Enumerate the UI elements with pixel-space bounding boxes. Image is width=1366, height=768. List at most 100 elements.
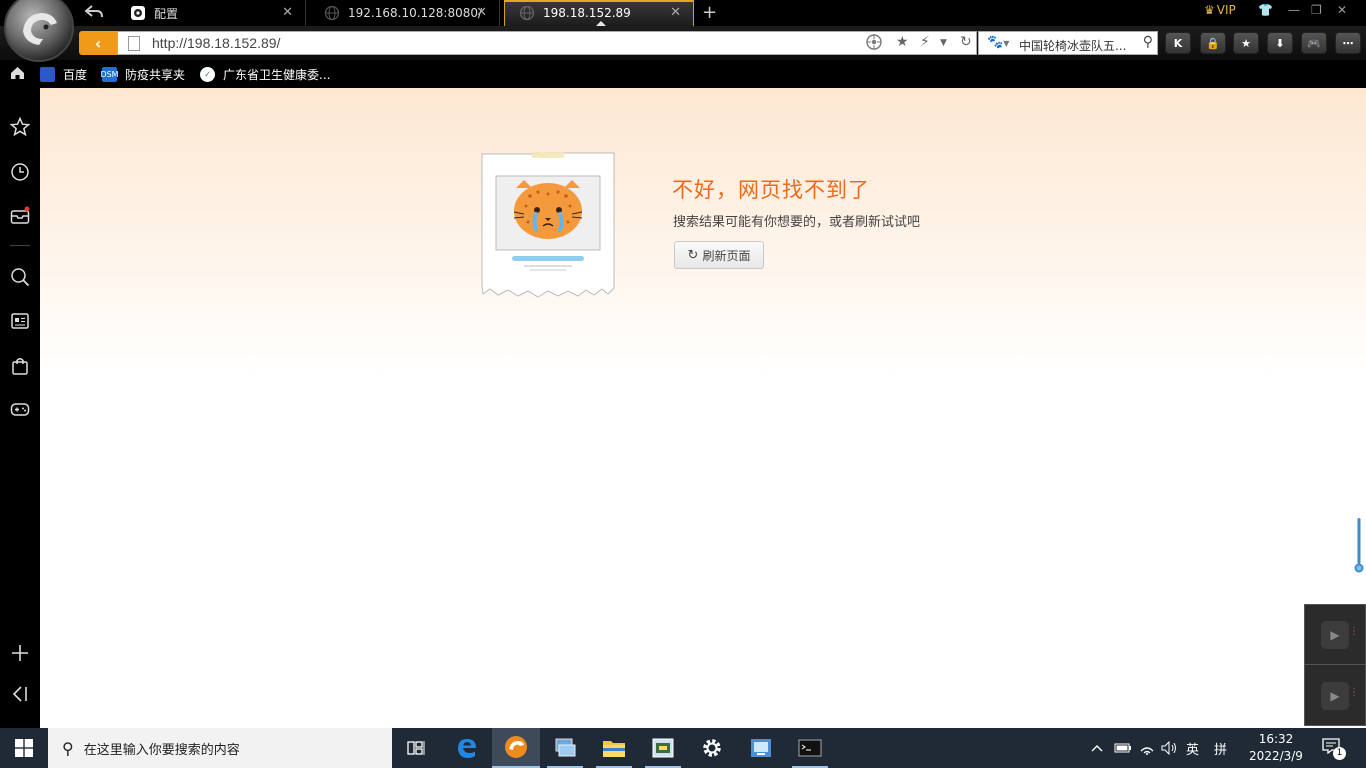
undo-close-tab-icon[interactable] — [84, 3, 106, 23]
bookmark-baidu[interactable]: 🐾 百度 — [40, 66, 87, 83]
gamepad-icon[interactable] — [10, 399, 30, 419]
vip-label: VIP — [1216, 3, 1236, 17]
close-icon[interactable]: ✕ — [476, 5, 487, 20]
drag-handle-icon[interactable]: ⋮ — [1349, 627, 1359, 637]
browser-logo[interactable] — [4, 0, 74, 62]
favorite-star-icon[interactable]: ★ — [896, 34, 909, 50]
refresh-page-button[interactable]: ↻ 刷新页面 — [674, 241, 764, 269]
dsm-icon: DSM — [100, 67, 119, 82]
ime-language[interactable]: 英 — [1186, 728, 1199, 768]
k-label: K — [1173, 36, 1183, 50]
task-view-icon[interactable] — [392, 728, 440, 768]
volume-icon[interactable] — [1161, 728, 1179, 768]
compat-mode-icon[interactable] — [866, 34, 882, 54]
maximize-button[interactable]: ❐ — [1311, 3, 1322, 17]
video-icon: ▶ — [1321, 682, 1349, 710]
taskbar-search-input[interactable]: ⚲ 在这里输入你要搜索的内容 — [48, 728, 392, 768]
skin-icon[interactable]: 👕 — [1258, 3, 1273, 17]
control-panel-icon[interactable] — [639, 728, 687, 768]
search-input[interactable]: 中国轮椅冰壶队五... — [1019, 37, 1126, 54]
home-icon[interactable] — [10, 66, 25, 80]
video-icon: ▶ — [1321, 620, 1349, 649]
shopping-bag-icon[interactable] — [10, 356, 30, 376]
tab-label: 配置 — [154, 6, 179, 21]
bookmark-gdhealth[interactable]: ✓ 广东省卫生健康委... — [200, 66, 330, 83]
video-float-button[interactable]: ▶ ⋮ — [1305, 605, 1365, 665]
refresh-icon[interactable]: ↻ — [960, 34, 972, 50]
edge-icon[interactable] — [443, 728, 491, 768]
sidebar — [0, 88, 40, 728]
system-clock[interactable]: 16:32 2022/3/9 — [1246, 731, 1306, 765]
video-float-button[interactable]: ▶ ⋮ — [1305, 666, 1365, 726]
error-title: 不好，网页找不到了 — [672, 178, 870, 202]
vip-badge[interactable]: ♛ VIP — [1204, 3, 1236, 17]
tab-198-18-152-89[interactable]: 198.18.152.89 ✕ — [504, 0, 694, 27]
baidu-icon: 🐾 — [40, 67, 55, 82]
gamepad-icon[interactable]: 🎮 — [1301, 32, 1327, 54]
globe-icon — [519, 5, 535, 21]
add-icon[interactable] — [10, 643, 30, 663]
scroll-to-top-gauge[interactable] — [1354, 518, 1364, 574]
tab-config[interactable]: 配置 ✕ — [116, 0, 306, 26]
sidebar-divider — [10, 245, 30, 246]
more-icon[interactable]: ⋯ — [1335, 32, 1361, 54]
windows-start-icon[interactable] — [0, 728, 48, 768]
address-text[interactable]: http://198.18.152.89/ — [152, 35, 280, 51]
lock-icon[interactable]: 🔒 — [1200, 32, 1226, 54]
bookmark-bar: 🐾 百度 DSM 防疫共享夹 ✓ 广东省卫生健康委... — [0, 60, 1366, 88]
star-icon[interactable]: ★ — [1233, 32, 1259, 54]
bookmark-label: 广东省卫生健康委... — [223, 68, 331, 82]
bookmark-label: 防疫共享夹 — [125, 68, 186, 82]
download-icon[interactable]: ⬇ — [1267, 32, 1293, 54]
gov-icon: ✓ — [200, 67, 215, 82]
favorites-star-icon[interactable] — [10, 117, 30, 137]
collapse-icon[interactable] — [10, 684, 30, 704]
tab-bar: 配置 ✕ 192.168.10.128:8080/ ✕ 198.18.152.8… — [0, 0, 1366, 27]
navigation-bar: ‹ http://198.18.152.89/ ★ ⚡ ▼ ↻ 🐾▼ 中国轮椅冰… — [0, 26, 1366, 60]
wifi-icon[interactable] — [1139, 728, 1155, 768]
mailbox-icon[interactable] — [10, 206, 30, 226]
close-window-button[interactable]: ✕ — [1337, 3, 1347, 17]
back-button[interactable]: ‹ — [79, 31, 117, 55]
tab-label: 198.18.152.89 — [543, 6, 631, 20]
baidu-icon[interactable]: 🐾▼ — [987, 35, 1009, 50]
tab-label: 192.168.10.128:8080/ — [348, 6, 483, 20]
taskbar-search-placeholder: 在这里输入你要搜索的内容 — [83, 742, 240, 758]
close-icon[interactable]: ✕ — [282, 5, 293, 20]
browser-icon[interactable] — [492, 728, 540, 768]
address-bar[interactable]: http://198.18.152.89/ ★ ⚡ ▼ ↻ — [117, 31, 977, 55]
minimize-button[interactable]: — — [1288, 3, 1300, 17]
search-icon[interactable]: ⚲ — [1143, 34, 1153, 50]
page-content: 不好，网页找不到了 搜索结果可能有你想要的，或者刷新试试吧 ↻ 刷新页面 ▶ ⋮… — [40, 88, 1366, 728]
floating-video-panel: ▶ ⋮ ▶ ⋮ — [1304, 604, 1366, 726]
terminal-icon[interactable] — [786, 728, 834, 768]
ime-mode[interactable]: 拼 — [1214, 728, 1227, 768]
globe-icon — [324, 5, 340, 21]
error-subtitle: 搜索结果可能有你想要的，或者刷新试试吧 — [673, 215, 921, 230]
bookmark-dsm[interactable]: DSM 防疫共享夹 — [100, 66, 186, 83]
close-icon[interactable]: ✕ — [670, 5, 681, 20]
lightning-icon[interactable]: ⚡ — [920, 34, 930, 50]
news-icon[interactable] — [10, 311, 30, 331]
crying-cat-illustration — [480, 150, 618, 298]
battery-icon[interactable] — [1114, 728, 1132, 768]
search-icon[interactable] — [10, 267, 30, 287]
chevron-up-icon[interactable] — [1091, 728, 1103, 768]
bookmark-label: 百度 — [63, 68, 88, 82]
network-app-icon[interactable] — [737, 728, 785, 768]
refresh-icon: ↻ — [687, 247, 699, 263]
search-box[interactable]: 🐾▼ 中国轮椅冰壶队五... ⚲ — [978, 31, 1158, 55]
new-tab-button[interactable]: + — [702, 2, 717, 23]
k-button[interactable]: K — [1165, 32, 1191, 54]
refresh-label: 刷新页面 — [702, 248, 751, 263]
file-explorer-icon[interactable] — [590, 728, 638, 768]
remote-desktop-icon[interactable] — [541, 728, 589, 768]
history-clock-icon[interactable] — [10, 162, 30, 182]
tab-192-168-10-128[interactable]: 192.168.10.128:8080/ ✕ — [310, 0, 500, 26]
settings-icon[interactable] — [688, 728, 736, 768]
chevron-down-icon[interactable]: ▼ — [940, 38, 947, 48]
drag-handle-icon[interactable]: ⋮ — [1349, 688, 1359, 698]
clock-time: 16:32 — [1258, 732, 1294, 746]
clock-date: 2022/3/9 — [1249, 749, 1303, 763]
search-icon: ⚲ — [62, 738, 74, 758]
